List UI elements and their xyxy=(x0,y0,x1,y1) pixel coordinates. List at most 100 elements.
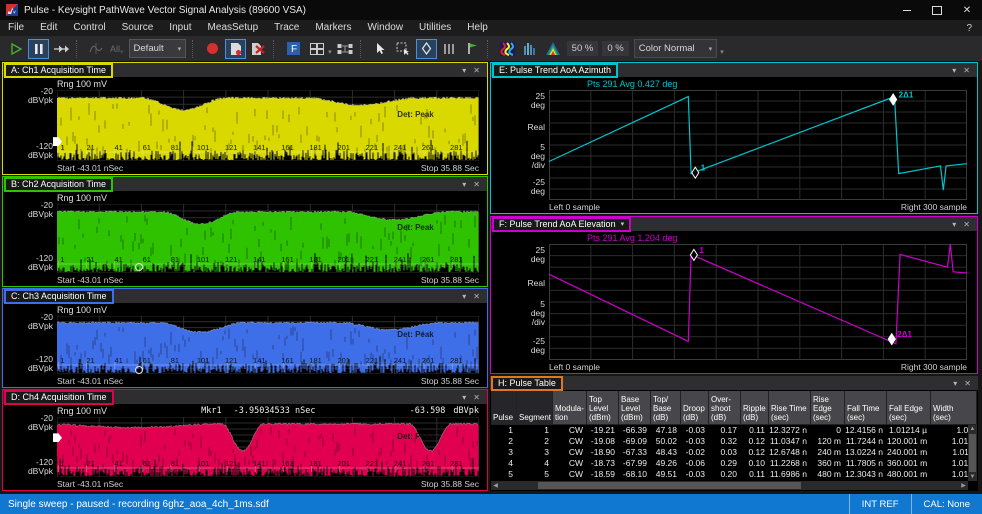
spectrogram-button[interactable] xyxy=(520,39,541,59)
marker-button[interactable] xyxy=(415,38,437,59)
table-cell: 11.7805 n xyxy=(845,458,883,468)
column-header-pulse[interactable]: Pulse xyxy=(491,391,517,425)
close-icon[interactable]: ✕ xyxy=(964,379,971,388)
menu-utilities[interactable]: Utilities xyxy=(411,20,459,36)
play-button[interactable] xyxy=(5,39,26,59)
help-icon[interactable]: ? xyxy=(966,23,972,34)
vertical-scrollbar[interactable]: ▲ ▼ xyxy=(968,425,977,481)
toolbar-overflow[interactable]: ▾ xyxy=(720,48,724,56)
pause-button[interactable] xyxy=(28,38,49,59)
menu-file[interactable]: File xyxy=(0,20,32,36)
close-icon[interactable]: ✕ xyxy=(473,393,480,402)
column-header-segment[interactable]: Segment xyxy=(517,391,553,425)
trace-percent[interactable]: 0 % xyxy=(602,41,629,56)
horizontal-scrollbar[interactable]: ◀ ▶ xyxy=(491,481,968,490)
close-icon[interactable]: ✕ xyxy=(473,292,480,301)
collapse-icon[interactable]: ▾ xyxy=(953,379,957,388)
layout-caret[interactable]: ▾ xyxy=(328,48,332,56)
close-icon[interactable]: ✕ xyxy=(963,220,970,229)
table-row[interactable]: 3 3 CW -18.90 -67.33 48.43 -0.02 0.03 0.12 12.674… xyxy=(491,447,977,458)
measurement-setup-button[interactable] xyxy=(335,39,356,59)
recording-file-button[interactable] xyxy=(225,38,247,59)
menu-markers[interactable]: Markers xyxy=(307,20,359,36)
marker-lines-button[interactable] xyxy=(439,39,460,59)
scroll-right-icon[interactable]: ▶ xyxy=(959,482,968,489)
single-step-button[interactable] xyxy=(51,39,72,59)
tab-dropdown-caret[interactable]: ▾ xyxy=(621,220,625,229)
table-cell: 0.11 xyxy=(749,425,765,435)
close-button[interactable]: ✕ xyxy=(952,0,982,20)
menu-trace[interactable]: Trace xyxy=(266,20,307,36)
collapse-icon[interactable]: ▾ xyxy=(952,220,956,229)
color-mode-select[interactable]: Color Normal ▾ xyxy=(633,39,718,58)
marker-peak-button[interactable] xyxy=(462,39,483,59)
window-layout-button[interactable] xyxy=(306,39,327,59)
trace-plot[interactable]: 1 21 41 61 81 101 121 141 161 181 201 221 241 261 281 xyxy=(57,90,479,161)
marker1-indicator[interactable] xyxy=(135,365,144,374)
preset-select[interactable]: Default ▾ xyxy=(128,39,187,58)
reference-status[interactable]: INT REF xyxy=(848,494,911,514)
close-icon[interactable]: ✕ xyxy=(963,66,970,75)
menu-help[interactable]: Help xyxy=(459,20,496,36)
collapse-icon[interactable]: ▾ xyxy=(952,66,956,75)
collapse-icon[interactable]: ▾ xyxy=(462,66,466,75)
column-header-width-sec[interactable]: Width (sec) xyxy=(931,391,977,425)
scroll-down-icon[interactable]: ▼ xyxy=(970,473,976,481)
trace-plot[interactable]: 1 21 41 61 81 101 121 141 161 181 201 221 241 261 281 xyxy=(57,417,479,477)
zoom-percent[interactable]: 50 % xyxy=(566,41,599,56)
scroll-left-icon[interactable]: ◀ xyxy=(491,482,500,489)
toolbar-separator xyxy=(273,39,279,58)
scroll-thumb[interactable] xyxy=(538,482,801,489)
column-header-top-level-dbm[interactable]: Top Level (dBm) xyxy=(587,391,619,425)
close-icon[interactable]: ✕ xyxy=(473,66,480,75)
pointer-button[interactable] xyxy=(370,39,391,59)
trend-plot[interactable]: 1 2Δ1 xyxy=(549,90,967,200)
column-header-fall-edge-sec[interactable]: Fall Edge (sec) xyxy=(887,391,931,425)
tab-c-acquisition-time[interactable]: C: Ch3 Acquisition Time xyxy=(4,289,114,304)
record-button[interactable] xyxy=(202,39,223,59)
collapse-icon[interactable]: ▾ xyxy=(462,393,466,402)
discard-recording-button[interactable] xyxy=(248,39,269,59)
column-header-modula-tion[interactable]: Modula- tion xyxy=(553,391,587,425)
table-row[interactable]: 1 1 CW -19.21 -66.39 47.18 -0.03 0.17 0.11 12.327… xyxy=(491,425,977,436)
column-header-droop-db[interactable]: Droop (dB) xyxy=(681,391,709,425)
collapse-icon[interactable]: ▾ xyxy=(462,180,466,189)
menu-window[interactable]: Window xyxy=(359,20,411,36)
density-button[interactable] xyxy=(543,39,564,59)
tab-e-trend[interactable]: E: Pulse Trend AoA Azimuth xyxy=(492,63,619,78)
column-header-fall-time-sec[interactable]: Fall Time (sec) xyxy=(845,391,887,425)
column-header-top-base-db[interactable]: Top/ Base (dB) xyxy=(651,391,681,425)
minimize-button[interactable] xyxy=(892,0,922,20)
calibration-status[interactable]: CAL: None xyxy=(910,494,982,514)
format-button[interactable]: F xyxy=(283,39,304,59)
spectrum-color-button[interactable] xyxy=(497,39,518,59)
tab-f-trend[interactable]: F: Pulse Trend AoA Elevation ▾ xyxy=(492,217,632,232)
scroll-thumb[interactable] xyxy=(969,434,976,472)
table-row[interactable]: 2 2 CW -19.08 -69.09 50.02 -0.03 0.32 0.12 11.034… xyxy=(491,436,977,447)
collapse-icon[interactable]: ▾ xyxy=(462,292,466,301)
menu-edit[interactable]: Edit xyxy=(32,20,65,36)
scroll-up-icon[interactable]: ▲ xyxy=(970,425,976,433)
tab-pulse-table[interactable]: H: Pulse Table xyxy=(491,376,563,391)
trend-plot[interactable]: 1 2Δ1 xyxy=(549,244,967,360)
column-header-base-level-dbm[interactable]: Base Level (dBm) xyxy=(619,391,651,425)
table-row[interactable]: 4 4 CW -18.73 -67.99 49.26 -0.06 0.29 0.10 11.226… xyxy=(491,458,977,469)
table-row[interactable]: 5 5 CW -18.59 -68.10 49.51 -0.03 0.20 0.11 11.698… xyxy=(491,469,977,480)
menu-control[interactable]: Control xyxy=(65,20,113,36)
column-header-rise-edge-sec[interactable]: Rise Edge (sec) xyxy=(811,391,845,425)
zoom-select-button[interactable] xyxy=(393,39,414,59)
menu-input[interactable]: Input xyxy=(161,20,199,36)
column-header-rise-time-sec[interactable]: Rise Time (sec) xyxy=(769,391,811,425)
tab-b-acquisition-time[interactable]: B: Ch2 Acquisition Time xyxy=(4,177,114,192)
maximize-button[interactable] xyxy=(922,0,952,20)
menu-source[interactable]: Source xyxy=(114,20,162,36)
column-header-over-shoot-db[interactable]: Over- shoot (dB) xyxy=(709,391,741,425)
tab-a-acquisition-time[interactable]: A: Ch1 Acquisition Time xyxy=(4,63,114,78)
trace-plot[interactable]: 1 21 41 61 81 101 121 141 161 181 201 221 241 261 281 xyxy=(57,316,479,374)
menu-meassetup[interactable]: MeasSetup xyxy=(200,20,267,36)
column-header-ripple-db[interactable]: Ripple (dB) xyxy=(741,391,769,425)
tab-d-acquisition-time[interactable]: D: Ch4 Acquisition Time xyxy=(4,390,114,405)
close-icon[interactable]: ✕ xyxy=(473,180,480,189)
trace-plot[interactable]: 1 21 41 61 81 101 121 141 161 181 201 221 241 261 281 xyxy=(57,204,479,273)
rainbow-wave-icon xyxy=(499,41,515,56)
